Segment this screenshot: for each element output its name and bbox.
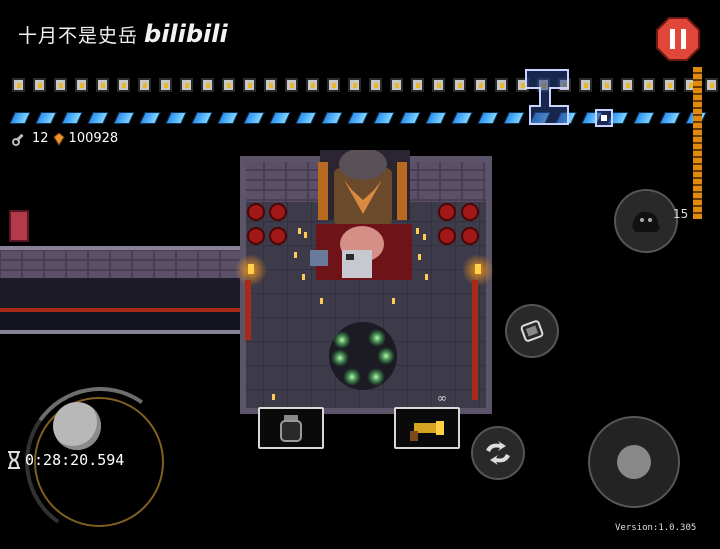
heart-container-icon <box>474 78 487 92</box>
heart-container-icon <box>348 78 361 92</box>
blunderbuss-icon <box>410 421 444 441</box>
armor-gem-icon <box>633 112 655 124</box>
key-count: 12 <box>32 131 49 146</box>
heart-container-icon <box>96 78 109 92</box>
gun-slot[interactable] <box>394 407 460 449</box>
version-label: Version:1.0.305 <box>615 523 697 533</box>
armor-gem-icon <box>659 112 681 124</box>
heart-container-icon <box>642 78 655 92</box>
heart-container-icon <box>306 78 319 92</box>
heart-container-icon <box>54 78 67 92</box>
heart-container-icon <box>75 78 88 92</box>
heart-container-icon <box>621 78 634 92</box>
pause-button[interactable] <box>655 16 701 62</box>
heart-container-icon <box>663 78 676 92</box>
aim-joystick-knob[interactable] <box>617 445 651 479</box>
key-icon <box>12 133 24 146</box>
run-timer: 0:28:20.594 <box>7 451 124 469</box>
armor-gem-icon <box>373 112 395 124</box>
armor-gem-icon <box>9 112 31 124</box>
swap-weapon-button[interactable] <box>471 426 525 480</box>
armor-gem-icon <box>243 112 265 124</box>
armor-gem-icon <box>477 112 499 124</box>
blank-count: 15 <box>673 207 689 221</box>
armor-gem-icon <box>113 112 135 124</box>
armor-gem-icon <box>35 112 57 124</box>
armor-gem-icon <box>165 112 187 124</box>
heart-container-icon <box>390 78 403 92</box>
armor-gem-icon <box>425 112 447 124</box>
swap-weapon-icon <box>486 441 510 465</box>
pause-icon <box>656 17 700 61</box>
active-item-slot[interactable] <box>258 407 324 449</box>
armor-gem-icon <box>399 112 421 124</box>
teleporter <box>329 322 397 390</box>
resources: 12 100928 <box>12 131 118 146</box>
currency-count: 100928 <box>68 131 119 146</box>
heart-container-icon <box>495 78 508 92</box>
heart-container-icon <box>117 78 130 92</box>
heart-container-icon <box>159 78 172 92</box>
heart-container-icon <box>705 78 718 92</box>
watermark: 十月不是史岳 bilibili <box>18 20 228 48</box>
corridor-west <box>0 246 245 334</box>
heart-container-icon <box>369 78 382 92</box>
armor-gem-icon <box>269 112 291 124</box>
heart-container-icon <box>222 78 235 92</box>
armor-gem-icon <box>321 112 343 124</box>
heart-container-icon <box>432 78 445 92</box>
reload-icon <box>520 320 544 342</box>
heart-container-icon <box>12 78 25 92</box>
spellbook-icon[interactable] <box>9 210 29 242</box>
armor-gem-icon <box>87 112 109 124</box>
armor-gem-icon <box>451 112 473 124</box>
hourglass-icon <box>8 451 20 469</box>
potion-jar-icon <box>280 415 302 442</box>
heart-container-icon <box>33 78 46 92</box>
blank-ghost-icon <box>632 211 660 232</box>
heart-container-icon <box>243 78 256 92</box>
heart-container-icon <box>411 78 424 92</box>
heart-container-icon <box>201 78 214 92</box>
move-joystick-knob[interactable] <box>53 402 101 450</box>
timer-value: 0:28:20.594 <box>25 451 125 469</box>
armor-gem-icon <box>191 112 213 124</box>
reload-button[interactable] <box>505 304 559 358</box>
armor-gem-icon <box>347 112 369 124</box>
heart-container-icon <box>327 78 340 92</box>
armor-gem-icon <box>139 112 161 124</box>
heart-container-icon <box>138 78 151 92</box>
watermark-channel: 十月不是史岳 <box>18 24 139 47</box>
armor-gem-icon <box>61 112 83 124</box>
armor-gem-icon <box>295 112 317 124</box>
armor-gem-icon <box>217 112 239 124</box>
heart-container-icon <box>180 78 193 92</box>
minimap[interactable] <box>520 66 620 131</box>
blank-button[interactable] <box>614 189 678 253</box>
heart-container-icon <box>285 78 298 92</box>
ammo-count: ∞ <box>437 391 447 405</box>
heart-container-icon <box>453 78 466 92</box>
heart-container-icon <box>264 78 277 92</box>
watermark-brand: bilibili <box>144 20 228 48</box>
hegemony-credit-icon <box>52 131 65 146</box>
